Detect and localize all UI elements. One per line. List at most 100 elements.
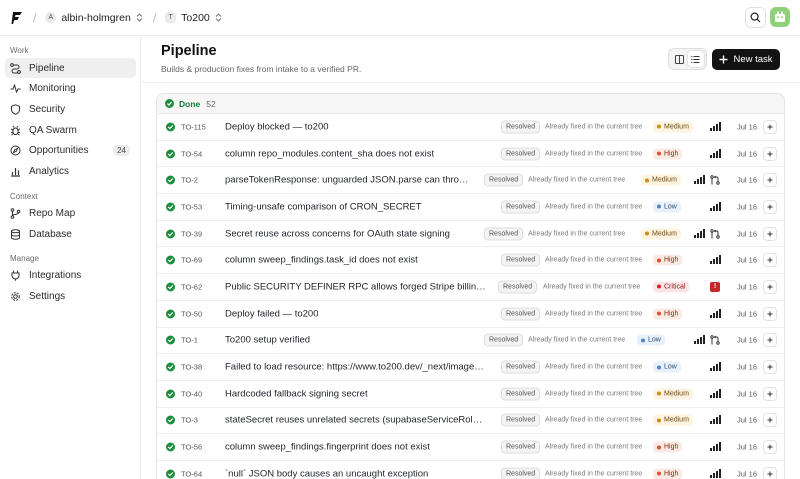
status-badge: Resolved bbox=[501, 120, 541, 134]
row-add-button[interactable] bbox=[763, 146, 777, 161]
sidebar-item-repo-map[interactable]: Repo Map bbox=[5, 203, 136, 223]
sidebar-item-label: Analytics bbox=[29, 165, 70, 177]
sidebar-item-integrations[interactable]: Integrations bbox=[5, 265, 136, 285]
task-title[interactable]: stateSecret reuses unrelated secrets (su… bbox=[225, 415, 487, 426]
table-row[interactable]: TO-3 stateSecret reuses unrelated secrets… bbox=[157, 408, 784, 435]
task-title[interactable]: Deploy failed — to200 bbox=[225, 308, 318, 319]
sidebar-item-database[interactable]: Database bbox=[5, 224, 136, 244]
plus-icon bbox=[767, 257, 773, 263]
bug-icon bbox=[10, 125, 21, 136]
task-title[interactable]: To200 setup verified bbox=[225, 335, 310, 346]
row-add-button[interactable] bbox=[763, 253, 777, 268]
table-row[interactable]: TO-56 column sweep_findings.fingerprint d… bbox=[157, 434, 784, 461]
row-add-button[interactable] bbox=[763, 279, 777, 294]
resolution-note: Already fixed in the current tree bbox=[528, 176, 626, 184]
pulse-icon bbox=[10, 82, 21, 94]
new-task-label: New task bbox=[733, 54, 773, 65]
group-title: Done bbox=[179, 98, 201, 109]
row-add-button[interactable] bbox=[763, 466, 777, 479]
sidebar-item-pipeline[interactable]: Pipeline bbox=[5, 58, 136, 78]
signal-bars-icon bbox=[710, 468, 721, 478]
sidebar-section-label: Manage bbox=[10, 254, 39, 263]
table-row[interactable]: TO-64 `null` JSON body causes an uncaught… bbox=[157, 461, 784, 479]
signal-bars-icon bbox=[710, 415, 721, 425]
table-row[interactable]: TO-53 Timing-unsafe comparison of CRON_SE… bbox=[157, 194, 784, 221]
board-view-button[interactable] bbox=[671, 51, 688, 67]
list-icon bbox=[691, 55, 700, 63]
task-title[interactable]: Deploy blocked — to200 bbox=[225, 121, 329, 132]
priority-badge: High bbox=[653, 468, 683, 479]
table-row[interactable]: TO-38 Failed to load resource: https://ww… bbox=[157, 354, 784, 381]
sidebar-item-settings[interactable]: Settings bbox=[5, 286, 136, 306]
sidebar-section-label: Work bbox=[10, 46, 29, 55]
pull-request-icon[interactable] bbox=[710, 335, 720, 346]
signal-bars-icon bbox=[710, 308, 721, 318]
sidebar-item-label: Opportunities bbox=[29, 144, 89, 156]
task-date: Jul 16 bbox=[737, 229, 758, 239]
task-title[interactable]: Timing-unsafe comparison of CRON_SECRET bbox=[225, 201, 422, 212]
table-row[interactable]: TO-69 column sweep_findings.task_id does … bbox=[157, 247, 784, 275]
user-avatar[interactable] bbox=[770, 7, 790, 27]
priority-label: High bbox=[664, 443, 679, 451]
header-divider bbox=[142, 82, 800, 83]
table-row[interactable]: TO-50 Deploy failed — to200 Resolved Alread… bbox=[157, 301, 784, 328]
task-date: Jul 16 bbox=[737, 149, 758, 159]
compass-icon bbox=[10, 145, 21, 156]
task-title[interactable]: `null` JSON body causes an uncaught exce… bbox=[225, 468, 428, 479]
row-add-button[interactable] bbox=[763, 199, 777, 214]
sidebar-item-qa-swarm[interactable]: QA Swarm bbox=[5, 120, 136, 140]
task-title[interactable]: column sweep_findings.task_id does not e… bbox=[225, 255, 418, 266]
priority-dot bbox=[657, 151, 661, 156]
row-add-button[interactable] bbox=[763, 360, 777, 375]
project-switcher[interactable]: T To200 bbox=[165, 12, 222, 24]
table-row[interactable]: TO-40 Hardcoded fallback signing secret Re… bbox=[157, 381, 784, 408]
sidebar-item-monitoring[interactable]: Monitoring bbox=[5, 78, 136, 98]
task-title[interactable]: Secret reuse across concerns for OAuth s… bbox=[225, 228, 450, 239]
table-row[interactable]: TO-2 parseTokenResponse: unguarded JSON.p… bbox=[157, 167, 784, 195]
database-icon bbox=[10, 228, 21, 240]
row-add-button[interactable] bbox=[763, 306, 777, 321]
row-add-button[interactable] bbox=[763, 386, 777, 401]
plus-icon bbox=[767, 364, 773, 370]
table-row[interactable]: TO-115 Deploy blocked — to200 Resolved Alre… bbox=[157, 114, 784, 141]
plus-icon bbox=[767, 177, 773, 183]
page-subtitle: Builds & production fixes from intake to… bbox=[161, 64, 362, 74]
search-button[interactable] bbox=[745, 7, 766, 28]
table-row[interactable]: TO-39 Secret reuse across concerns for OA… bbox=[157, 221, 784, 248]
row-add-button[interactable] bbox=[763, 440, 777, 455]
sidebar-item-label: Settings bbox=[29, 290, 66, 302]
task-id: TO-50 bbox=[181, 309, 203, 319]
table-row[interactable]: TO-1 To200 setup verified Resolved Already … bbox=[157, 328, 784, 355]
task-title[interactable]: Public SECURITY DEFINER RPC allows forge… bbox=[225, 281, 487, 292]
sidebar-item-security[interactable]: Security bbox=[5, 99, 136, 119]
pull-request-icon[interactable] bbox=[710, 175, 720, 185]
task-title[interactable]: Hardcoded fallback signing secret bbox=[225, 388, 368, 399]
priority-badge: Medium bbox=[641, 228, 681, 240]
task-title[interactable]: Failed to load resource: https://www.to2… bbox=[225, 362, 487, 373]
new-task-button[interactable]: New task bbox=[712, 49, 780, 70]
resolution-note: Already fixed in the current tree bbox=[545, 310, 643, 318]
row-add-button[interactable] bbox=[763, 119, 777, 134]
list-view-button[interactable] bbox=[687, 51, 704, 67]
row-add-button[interactable] bbox=[763, 226, 777, 241]
app-logo[interactable] bbox=[11, 11, 23, 25]
priority-dot bbox=[657, 258, 661, 263]
resolution-note: Already fixed in the current tree bbox=[543, 283, 641, 291]
row-add-button[interactable] bbox=[763, 173, 777, 188]
task-title[interactable]: parseTokenResponse: unguarded JSON.parse… bbox=[225, 175, 475, 186]
org-switcher[interactable]: A albin-holmgren bbox=[45, 12, 143, 24]
status-badge: Resolved bbox=[484, 227, 524, 241]
row-add-button[interactable] bbox=[763, 413, 777, 428]
sidebar-item-analytics[interactable]: Analytics bbox=[5, 161, 136, 181]
row-add-button[interactable] bbox=[763, 333, 777, 348]
table-row[interactable]: TO-54 column repo_modules.content_sha doe… bbox=[157, 141, 784, 168]
task-title[interactable]: column sweep_findings.fingerprint does n… bbox=[225, 442, 430, 453]
group-header[interactable]: Done 52 bbox=[157, 94, 784, 114]
sidebar-item-opportunities[interactable]: Opportunities 24 bbox=[5, 140, 136, 160]
pull-request-icon[interactable] bbox=[710, 228, 720, 239]
table-row[interactable]: TO-62 Public SECURITY DEFINER RPC allows … bbox=[157, 274, 784, 301]
task-title[interactable]: column repo_modules.content_sha does not… bbox=[225, 148, 434, 159]
done-check-icon bbox=[166, 202, 175, 212]
sidebar: Work Pipeline Monitoring Security QA Swa… bbox=[0, 36, 141, 479]
task-date: Jul 16 bbox=[737, 442, 758, 452]
